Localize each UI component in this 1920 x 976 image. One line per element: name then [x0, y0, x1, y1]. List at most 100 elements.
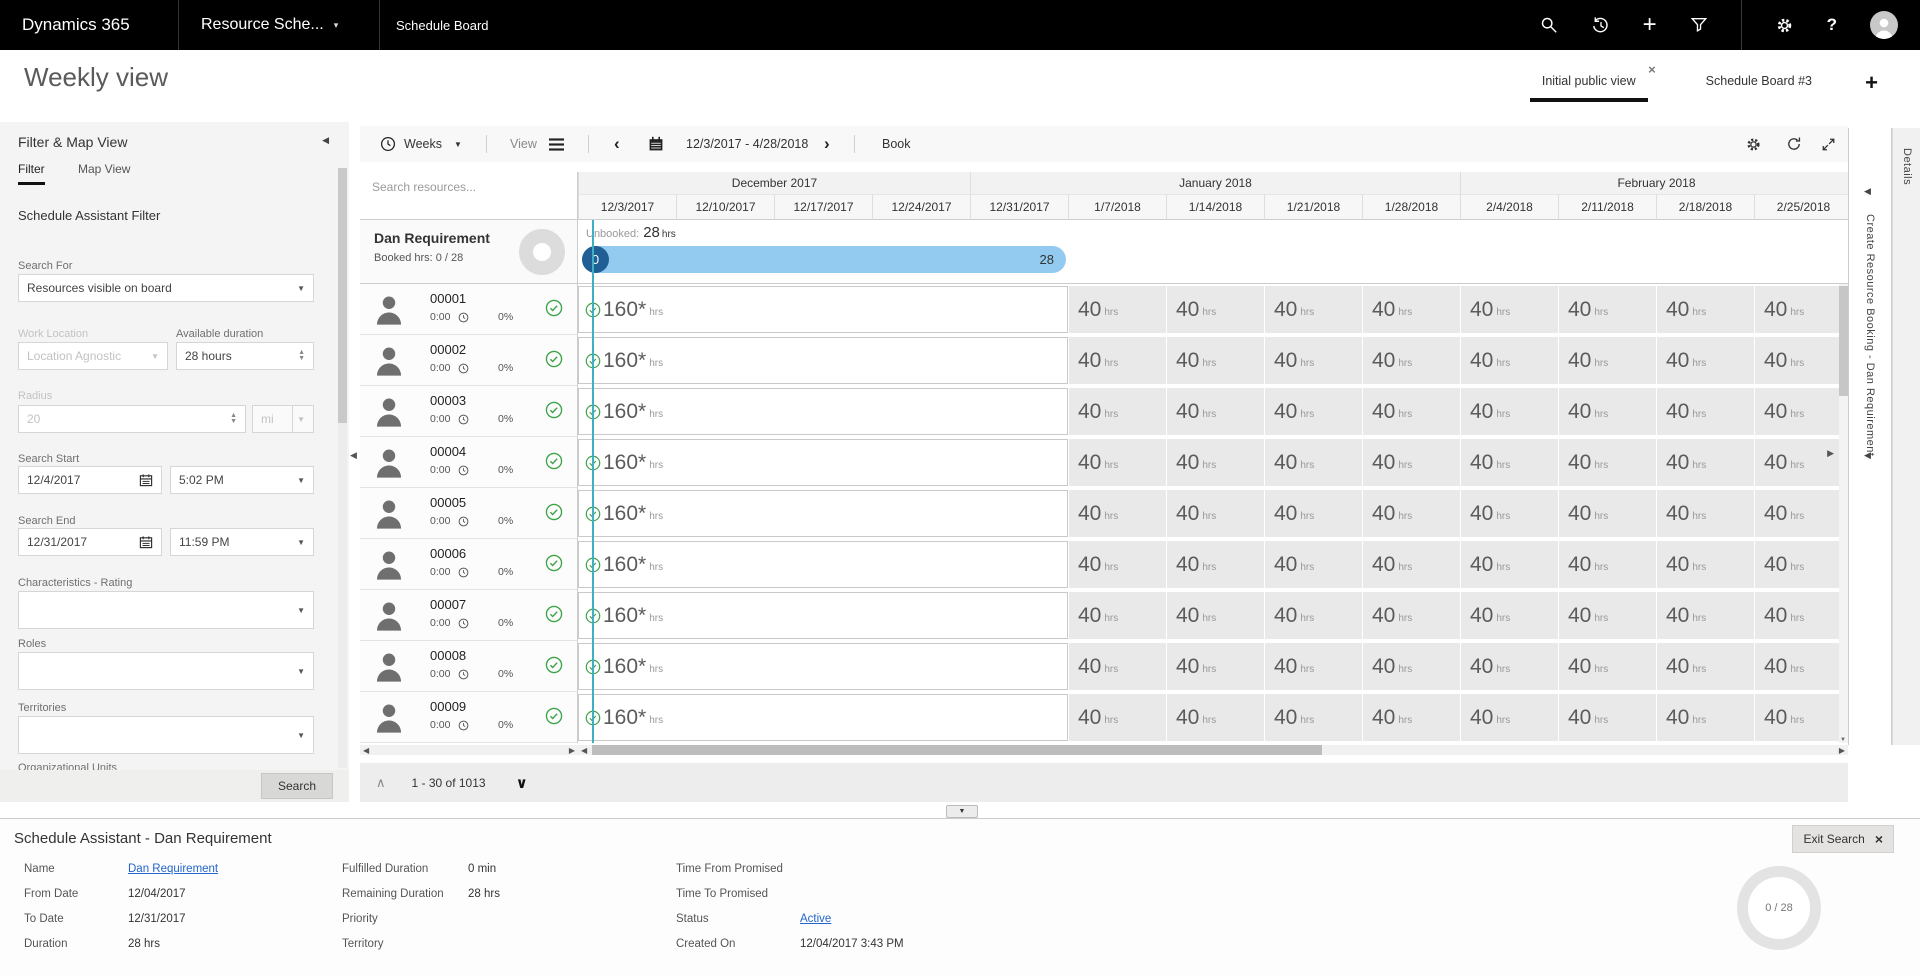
week-availability-cell[interactable]: 40hrs: [1068, 592, 1166, 639]
availability-cell[interactable]: 160*hrs: [578, 337, 1068, 384]
dynamics-brand[interactable]: Dynamics 365: [0, 15, 178, 35]
week-availability-cell[interactable]: 40hrs: [1754, 694, 1848, 741]
week-availability-cell[interactable]: 40hrs: [1754, 439, 1848, 486]
week-header[interactable]: 1/14/2018: [1166, 195, 1264, 220]
availability-cell[interactable]: 160*hrs: [578, 694, 1068, 741]
next-range-icon[interactable]: ›: [824, 126, 830, 162]
help-icon[interactable]: ?: [1827, 15, 1837, 35]
week-availability-cell[interactable]: 40hrs: [1264, 541, 1362, 588]
week-header[interactable]: 12/31/2017: [970, 195, 1068, 220]
week-availability-cell[interactable]: 40hrs: [1460, 337, 1558, 384]
search-end-date-input[interactable]: 12/31/2017: [18, 528, 162, 556]
week-availability-cell[interactable]: 40hrs: [1264, 337, 1362, 384]
availability-cell[interactable]: 160*hrs: [578, 388, 1068, 435]
week-availability-cell[interactable]: 40hrs: [1362, 286, 1460, 333]
week-availability-cell[interactable]: 40hrs: [1558, 388, 1656, 435]
board-settings-gear-icon[interactable]: [1745, 126, 1762, 162]
week-availability-cell[interactable]: 40hrs: [1656, 694, 1754, 741]
week-header[interactable]: 1/28/2018: [1362, 195, 1460, 220]
search-icon[interactable]: [1540, 16, 1558, 34]
resource-info[interactable]: 000010:000%: [360, 284, 578, 335]
search-start-time-select[interactable]: 5:02 PM ▼: [170, 466, 314, 494]
week-availability-cell[interactable]: 40hrs: [1068, 388, 1166, 435]
week-availability-cell[interactable]: 40hrs: [1362, 541, 1460, 588]
week-availability-cell[interactable]: 40hrs: [1656, 541, 1754, 588]
week-availability-cell[interactable]: 40hrs: [1754, 490, 1848, 537]
week-availability-cell[interactable]: 40hrs: [1068, 286, 1166, 333]
book-button[interactable]: Book: [882, 126, 911, 162]
week-availability-cell[interactable]: 40hrs: [1460, 286, 1558, 333]
week-availability-cell[interactable]: 40hrs: [1166, 643, 1264, 690]
week-availability-cell[interactable]: 40hrs: [1558, 643, 1656, 690]
week-header[interactable]: 12/24/2017: [872, 195, 970, 220]
week-availability-cell[interactable]: 40hrs: [1656, 388, 1754, 435]
availability-cell[interactable]: 160*hrs: [578, 592, 1068, 639]
history-icon[interactable]: [1591, 16, 1610, 35]
week-availability-cell[interactable]: 40hrs: [1166, 694, 1264, 741]
week-availability-cell[interactable]: 40hrs: [1558, 694, 1656, 741]
search-end-time-select[interactable]: 11:59 PM ▼: [170, 528, 314, 556]
tab-map-view[interactable]: Map View: [78, 162, 130, 182]
week-availability-cell[interactable]: 40hrs: [1460, 388, 1558, 435]
scroll-down-icon[interactable]: ▼: [1840, 737, 1846, 743]
add-board-tab-button[interactable]: +: [1865, 70, 1878, 96]
week-availability-cell[interactable]: 40hrs: [1264, 439, 1362, 486]
collapse-filter-arrow-icon[interactable]: ◀: [350, 450, 357, 461]
week-availability-cell[interactable]: 40hrs: [1166, 286, 1264, 333]
scale-mode-select[interactable]: Weeks: [404, 126, 442, 162]
week-availability-cell[interactable]: 40hrs: [1362, 388, 1460, 435]
gear-icon[interactable]: [1775, 16, 1794, 35]
details-rail[interactable]: Details: [1892, 128, 1920, 745]
week-availability-cell[interactable]: 40hrs: [1264, 286, 1362, 333]
week-availability-cell[interactable]: 40hrs: [1362, 439, 1460, 486]
scrollbar-thumb[interactable]: [592, 745, 1322, 755]
week-header[interactable]: 12/10/2017: [676, 195, 774, 220]
availability-cell[interactable]: 160*hrs: [578, 490, 1068, 537]
week-header[interactable]: 12/17/2017: [774, 195, 872, 220]
week-availability-cell[interactable]: 40hrs: [1068, 439, 1166, 486]
resource-list-scrollbar[interactable]: ◀ ▶: [360, 745, 578, 755]
availability-cell[interactable]: 160*hrs: [578, 439, 1068, 486]
close-tab-icon[interactable]: ×: [1648, 62, 1656, 77]
week-header[interactable]: 2/4/2018: [1460, 195, 1558, 220]
week-availability-cell[interactable]: 40hrs: [1558, 541, 1656, 588]
app-switcher[interactable]: Resource Sche... ▾: [178, 0, 380, 50]
week-availability-cell[interactable]: 40hrs: [1166, 388, 1264, 435]
week-availability-cell[interactable]: 40hrs: [1264, 490, 1362, 537]
territories-select[interactable]: ▼: [18, 716, 314, 754]
week-availability-cell[interactable]: 40hrs: [1068, 337, 1166, 384]
week-availability-cell[interactable]: 40hrs: [1264, 388, 1362, 435]
week-availability-cell[interactable]: 40hrs: [1362, 337, 1460, 384]
collapse-panel-icon[interactable]: ◀: [322, 135, 329, 146]
week-header[interactable]: 1/21/2018: [1264, 195, 1362, 220]
week-availability-cell[interactable]: 40hrs: [1362, 592, 1460, 639]
week-availability-cell[interactable]: 40hrs: [1264, 694, 1362, 741]
scrollbar-thumb[interactable]: [1839, 286, 1848, 396]
plus-icon[interactable]: +: [1643, 16, 1657, 34]
resource-info[interactable]: 000090:000%: [360, 692, 578, 743]
scroll-right-icon[interactable]: ▶: [569, 746, 575, 755]
tab-filter[interactable]: Filter: [18, 162, 45, 185]
page-down-icon[interactable]: ∨: [516, 774, 528, 792]
refresh-icon[interactable]: [1786, 126, 1802, 162]
calendar-icon[interactable]: [648, 126, 664, 162]
field-value-link[interactable]: Active: [800, 913, 831, 929]
tab-initial-public-view[interactable]: Initial public view ×: [1530, 68, 1648, 102]
list-view-icon[interactable]: [548, 126, 565, 162]
week-availability-cell[interactable]: 40hrs: [1656, 286, 1754, 333]
week-availability-cell[interactable]: 40hrs: [1754, 541, 1848, 588]
characteristics-select[interactable]: ▼: [18, 591, 314, 629]
panel-splitter-handle[interactable]: ▼: [946, 805, 978, 818]
week-availability-cell[interactable]: 40hrs: [1362, 643, 1460, 690]
week-availability-cell[interactable]: 40hrs: [1068, 694, 1166, 741]
calendar-icon[interactable]: [139, 535, 153, 549]
resource-info[interactable]: 000030:000%: [360, 386, 578, 437]
scroll-left-icon[interactable]: ◀: [581, 746, 587, 755]
week-availability-cell[interactable]: 40hrs: [1460, 643, 1558, 690]
week-header[interactable]: 2/25/2018: [1754, 195, 1848, 220]
create-booking-tab[interactable]: Create Resource Booking - Dan Requiremen…: [1864, 214, 1876, 456]
roles-select[interactable]: ▼: [18, 652, 314, 690]
panel-scrollbar[interactable]: [338, 168, 347, 768]
horizontal-scrollbar[interactable]: ◀ ▶: [578, 745, 1848, 755]
unbooked-bar[interactable]: 0 28: [582, 246, 1066, 273]
